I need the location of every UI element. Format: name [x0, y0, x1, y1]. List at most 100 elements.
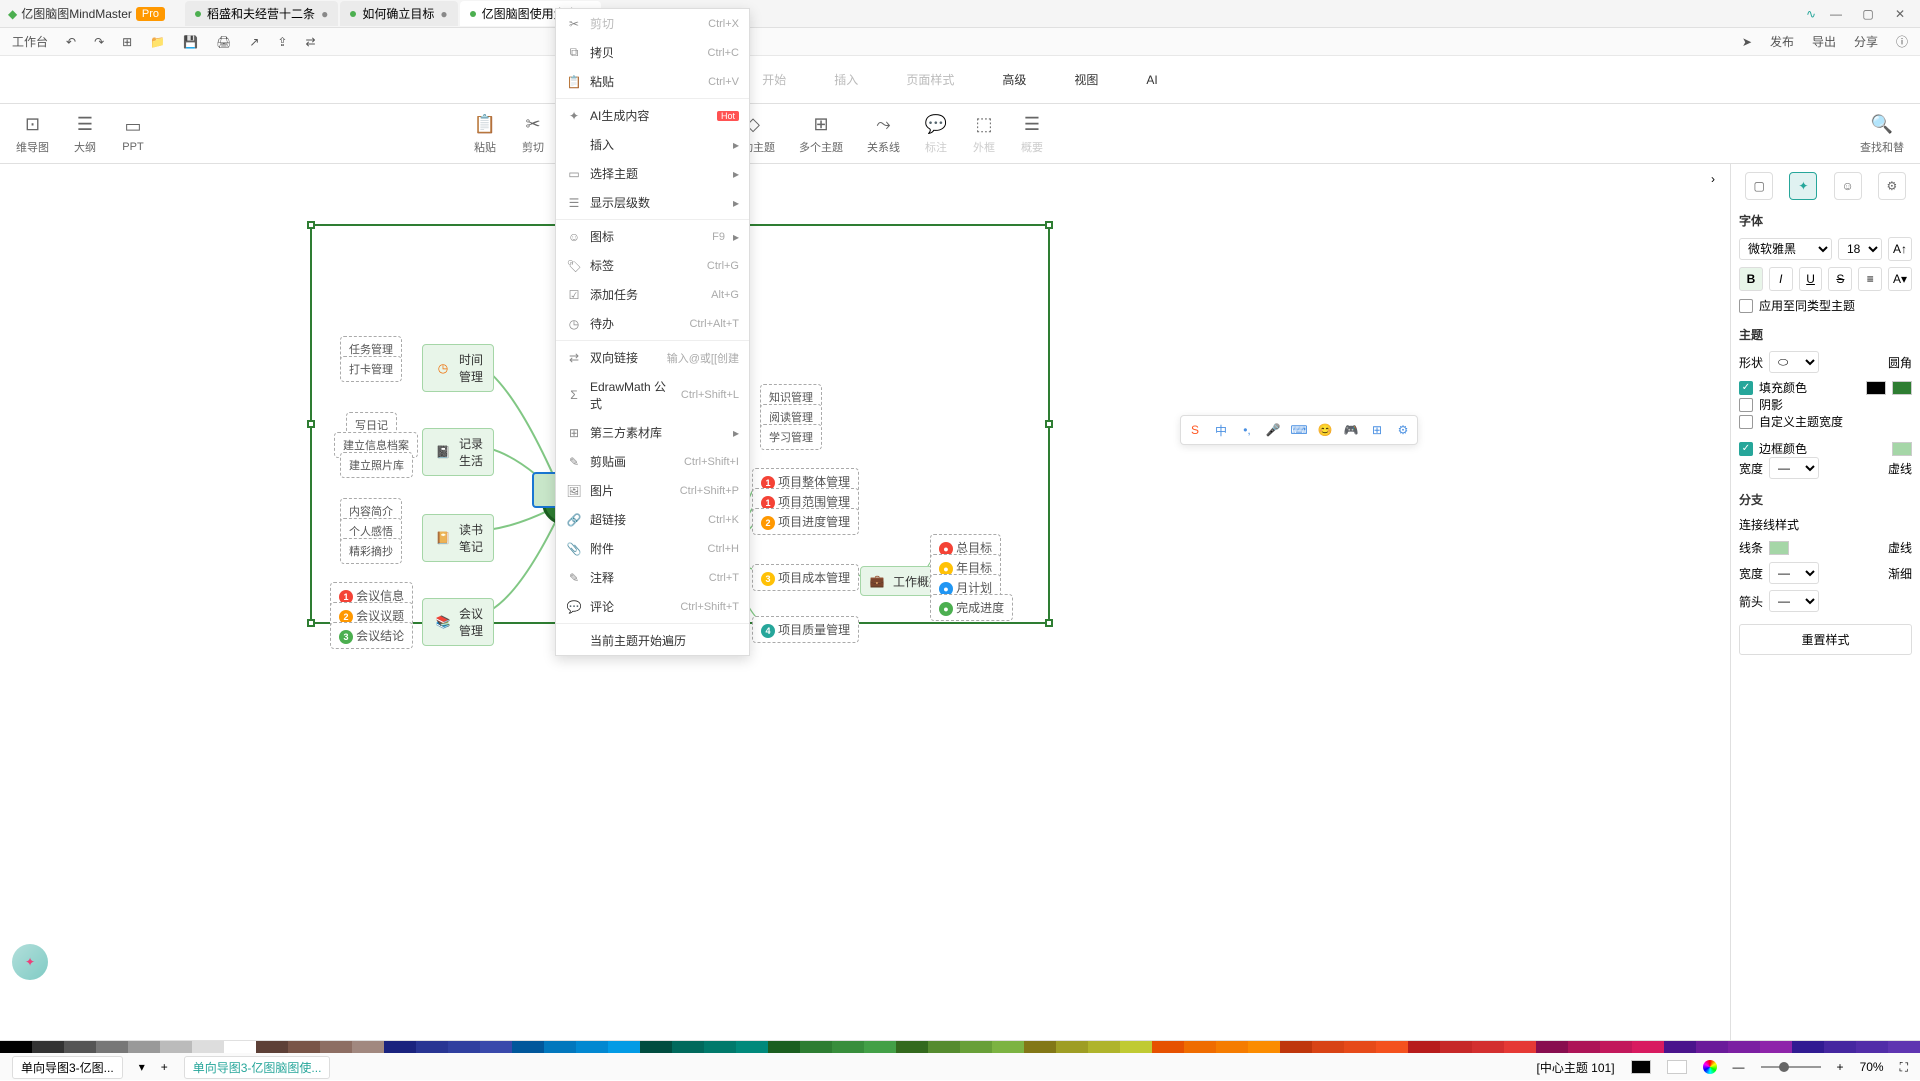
color-cell[interactable] [1408, 1041, 1440, 1053]
color-cell[interactable] [736, 1041, 768, 1053]
ribbon-mindmap[interactable]: ⊡维导图 [16, 113, 49, 155]
width-checkbox[interactable] [1739, 415, 1753, 429]
menu-item-图片[interactable]: 🖼图片Ctrl+Shift+P [556, 476, 749, 505]
color-cell[interactable] [1664, 1041, 1696, 1053]
color-cell[interactable] [1536, 1041, 1568, 1053]
ribbon-summary[interactable]: ☰概要 [1020, 113, 1044, 155]
cloud-sync-icon[interactable]: ∿ [1806, 7, 1816, 21]
color-cell[interactable] [992, 1041, 1024, 1053]
leaf-goal-done[interactable]: ● 完成进度 [930, 594, 1013, 621]
ribbon-search[interactable]: 🔍查找和替 [1860, 113, 1904, 155]
color-cell[interactable] [1792, 1041, 1824, 1053]
menu-item-第三方素材库[interactable]: ⊞第三方素材库▸ [556, 418, 749, 447]
ribbon-ppt[interactable]: ▭PPT [121, 115, 145, 153]
menu-advanced[interactable]: 高级 [994, 67, 1034, 92]
workspace-button[interactable]: 工作台 [8, 31, 52, 52]
ribbon-outline[interactable]: ☰大纲 [73, 113, 97, 155]
color-cell[interactable] [704, 1041, 736, 1053]
resize-handle-mr[interactable] [1045, 420, 1053, 428]
color-cell[interactable] [800, 1041, 832, 1053]
color-cell[interactable] [672, 1041, 704, 1053]
node-record[interactable]: 📓记录 生活 [422, 428, 494, 476]
ribbon-boundary[interactable]: ⬚外框 [972, 113, 996, 155]
open-icon[interactable]: 📁 [146, 33, 169, 51]
zoom-slider[interactable] [1761, 1066, 1821, 1068]
menu-item-超链接[interactable]: 🔗超链接Ctrl+K [556, 505, 749, 534]
menu-item-粘贴[interactable]: 📋粘贴Ctrl+V [556, 67, 749, 96]
menu-item-双向链接[interactable]: ⇄双向链接输入@或[[创建 [556, 343, 749, 372]
export-icon[interactable]: ↗ [245, 33, 263, 51]
color-cell[interactable] [832, 1041, 864, 1053]
color-cell[interactable] [1632, 1041, 1664, 1053]
color-cell[interactable] [1824, 1041, 1856, 1053]
menu-start[interactable]: 开始 [754, 67, 794, 92]
menu-item-拷贝[interactable]: ⧉拷贝Ctrl+C [556, 38, 749, 67]
more-icon[interactable]: ⇄ [301, 33, 319, 51]
resize-handle-tl[interactable] [307, 221, 315, 229]
ribbon-relation[interactable]: ⤳关系线 [867, 113, 900, 155]
color-cell[interactable] [32, 1041, 64, 1053]
font-size-select[interactable]: 18 [1838, 238, 1882, 260]
fill-checkbox[interactable] [1739, 381, 1753, 395]
menu-item-剪切[interactable]: ✂剪切Ctrl+X [556, 9, 749, 38]
color-cell[interactable] [1728, 1041, 1760, 1053]
color-cell[interactable] [448, 1041, 480, 1053]
resize-handle-ml[interactable] [307, 420, 315, 428]
color-cell[interactable] [64, 1041, 96, 1053]
apply-same-checkbox[interactable] [1739, 299, 1753, 313]
color-cell[interactable] [1184, 1041, 1216, 1053]
ribbon-callout[interactable]: 💬标注 [924, 113, 948, 155]
color-palette[interactable] [0, 1041, 1920, 1053]
ime-settings-icon[interactable]: ⚙ [1393, 420, 1413, 440]
color-cell[interactable] [1152, 1041, 1184, 1053]
node-time[interactable]: ◷时间 管理 [422, 344, 494, 392]
resize-handle-tr[interactable] [1045, 221, 1053, 229]
color-cell[interactable] [864, 1041, 896, 1053]
menu-item-当前主题开始遍历[interactable]: 当前主题开始遍历 [556, 626, 749, 655]
ribbon-multi[interactable]: ⊞多个主题 [799, 113, 843, 155]
leaf-excerpt[interactable]: 精彩摘抄 [340, 538, 402, 564]
maximize-button[interactable]: ▢ [1856, 2, 1880, 26]
color-cell[interactable] [192, 1041, 224, 1053]
share-button[interactable]: 分享 [1850, 31, 1882, 52]
canvas[interactable]: 🐘 ◷时间 管理 任务管理 打卡管理 📓记录 生活 写日记 建立信息档案 建立照… [0, 164, 1730, 1040]
resize-handle-br[interactable] [1045, 619, 1053, 627]
color-cell[interactable] [1312, 1041, 1344, 1053]
leaf-proj-progress[interactable]: 2 项目进度管理 [752, 508, 859, 535]
leaf-meet-result[interactable]: 3 会议结论 [330, 622, 413, 649]
new-icon[interactable]: ⊞ [118, 33, 136, 51]
color-cell[interactable] [1472, 1041, 1504, 1053]
panel-tab-format[interactable]: ✦ [1789, 172, 1817, 200]
panel-tab-icon[interactable]: ☺ [1834, 172, 1862, 200]
minimize-button[interactable]: — [1824, 2, 1848, 26]
menu-item-剪贴画[interactable]: ✎剪贴画Ctrl+Shift+I [556, 447, 749, 476]
sheet-tab-2[interactable]: 单向导图3-亿图脑图使... [184, 1056, 331, 1079]
color-cell[interactable] [1280, 1041, 1312, 1053]
color-cell[interactable] [1696, 1041, 1728, 1053]
color-cell[interactable] [256, 1041, 288, 1053]
color-cell[interactable] [576, 1041, 608, 1053]
border-color[interactable] [1892, 442, 1912, 456]
color-cell[interactable] [544, 1041, 576, 1053]
node-reading[interactable]: 📔读书 笔记 [422, 514, 494, 562]
menu-item-添加任务[interactable]: ☑添加任务Alt+G [556, 280, 749, 309]
font-color-button[interactable]: A▾ [1888, 267, 1912, 291]
color-cell[interactable] [1600, 1041, 1632, 1053]
ime-emoji-icon[interactable]: 😊 [1315, 420, 1335, 440]
panel-collapse-icon[interactable]: › [1711, 172, 1715, 186]
fill-color-2[interactable] [1892, 381, 1912, 395]
color-cell[interactable] [224, 1041, 256, 1053]
leaf-checkin[interactable]: 打卡管理 [340, 356, 402, 382]
send-icon[interactable]: ➤ [1738, 33, 1756, 51]
menu-page-style[interactable]: 页面样式 [898, 67, 962, 92]
menu-view[interactable]: 视图 [1066, 67, 1106, 92]
tab-2[interactable]: 如何确立目标● [340, 1, 457, 26]
panel-tab-settings[interactable]: ⚙ [1878, 172, 1906, 200]
color-cell[interactable] [1056, 1041, 1088, 1053]
color-cell[interactable] [1248, 1041, 1280, 1053]
color-cell[interactable] [1568, 1041, 1600, 1053]
color-cell[interactable] [96, 1041, 128, 1053]
save-icon[interactable]: 💾 [179, 33, 202, 51]
panel-tab-style[interactable]: ▢ [1745, 172, 1773, 200]
export-button[interactable]: 导出 [1808, 31, 1840, 52]
